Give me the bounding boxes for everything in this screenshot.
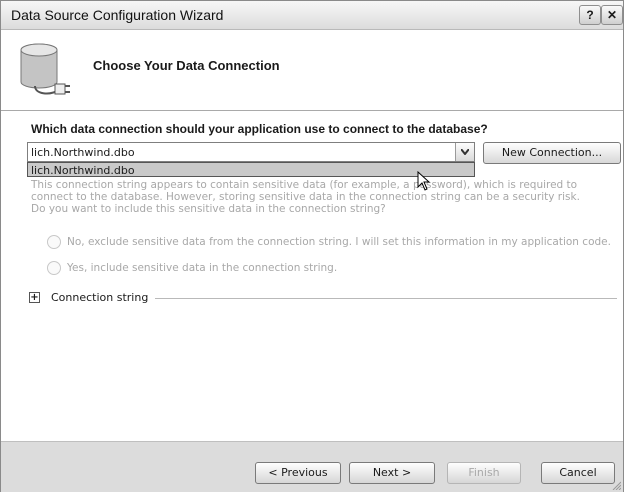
previous-button[interactable]: < Previous: [255, 462, 341, 484]
dropdown-item-connection[interactable]: lich.Northwind.dbo: [31, 164, 135, 177]
divider: [155, 298, 617, 299]
connection-combobox-value: lich.Northwind.dbo: [31, 146, 135, 159]
wizard-window: Data Source Configuration Wizard ? ✕ Cho…: [0, 0, 624, 492]
expand-connection-string-button[interactable]: +: [29, 292, 40, 303]
radio-include-label: Yes, include sensitive data in the conne…: [67, 262, 338, 274]
help-button[interactable]: ?: [579, 5, 601, 25]
radio-include-sensitive[interactable]: Yes, include sensitive data in the conne…: [47, 261, 337, 275]
new-connection-button[interactable]: New Connection...: [483, 142, 621, 164]
radio-exclude-label: No, exclude sensitive data from the conn…: [67, 236, 611, 248]
resize-grip-icon[interactable]: [611, 480, 621, 490]
connection-string-label: Connection string: [51, 291, 149, 304]
wizard-header: Choose Your Data Connection: [1, 30, 623, 111]
window-title: Data Source Configuration Wizard: [11, 7, 224, 23]
radio-exclude-sensitive[interactable]: No, exclude sensitive data from the conn…: [47, 235, 611, 249]
radio-button[interactable]: [47, 261, 61, 275]
title-bar[interactable]: Data Source Configuration Wizard ? ✕: [1, 1, 623, 30]
wizard-footer: < Previous Next > Finish Cancel: [1, 441, 623, 492]
chevron-down-icon: [461, 149, 469, 155]
finish-button[interactable]: Finish: [447, 462, 521, 484]
sensitive-data-warning: This connection string appears to contai…: [31, 179, 580, 215]
mouse-cursor-icon: [417, 171, 431, 191]
cancel-button[interactable]: Cancel: [541, 462, 615, 484]
radio-button[interactable]: [47, 235, 61, 249]
connection-question: Which data connection should your applic…: [31, 122, 488, 136]
connection-dropdown-list: lich.Northwind.dbo: [27, 162, 475, 177]
connection-combobox[interactable]: lich.Northwind.dbo: [27, 142, 475, 162]
page-heading: Choose Your Data Connection: [93, 58, 280, 73]
close-button[interactable]: ✕: [601, 5, 623, 25]
combobox-dropdown-button[interactable]: [455, 143, 474, 161]
wizard-content: Which data connection should your applic…: [1, 111, 623, 441]
database-connection-icon: [20, 43, 70, 95]
next-button[interactable]: Next >: [349, 462, 435, 484]
